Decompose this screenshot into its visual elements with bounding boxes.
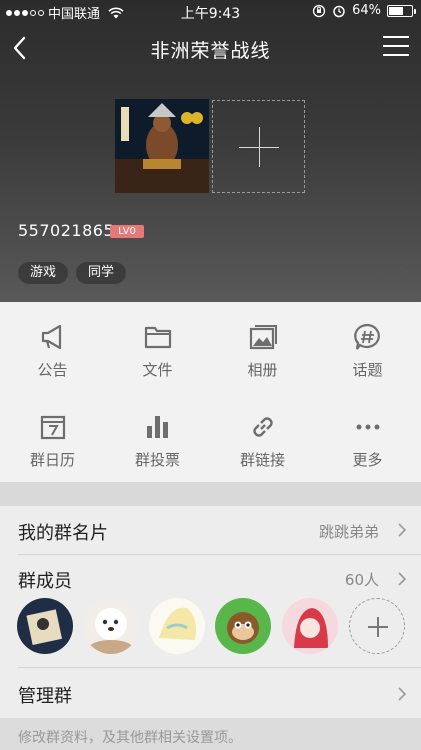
tag-classmate[interactable]: 同学 <box>76 262 127 284</box>
battery-fill <box>389 6 404 15</box>
section-separator <box>0 482 421 506</box>
action-album[interactable]: 相册 <box>210 302 315 392</box>
chevron-right-icon <box>398 687 407 701</box>
group-members-row[interactable]: 群成员 60人 <box>0 556 421 596</box>
member-avatar-image <box>17 598 73 654</box>
battery-percent: 64% <box>352 3 381 18</box>
group-avatar-image <box>115 99 209 193</box>
divider <box>18 554 421 555</box>
action-label: 公告 <box>37 361 68 379</box>
group-id: 557021865 <box>18 221 115 240</box>
hamburger-menu-icon[interactable] <box>383 36 409 58</box>
action-link[interactable]: 群链接 <box>210 392 315 482</box>
action-label: 更多 <box>352 451 383 469</box>
action-files[interactable]: 文件 <box>105 302 210 392</box>
add-photo-button[interactable] <box>212 100 305 193</box>
hashtag-bubble-icon <box>354 323 380 350</box>
group-avatar[interactable] <box>115 99 209 193</box>
member-avatar[interactable] <box>282 598 338 654</box>
group-tags[interactable]: 游戏 同学 <box>18 262 127 284</box>
chevron-right-icon <box>398 523 407 537</box>
row-label: 管理群 <box>18 686 72 707</box>
orientation-lock-icon <box>312 4 326 17</box>
my-group-card-row[interactable]: 我的群名片 跳跳弟弟 <box>0 506 421 554</box>
photo-album-icon <box>249 325 277 350</box>
footer-hint-text: 修改群资料，及其他群相关设置项。 <box>18 730 242 746</box>
calendar-icon <box>40 415 66 440</box>
footer-hint: 修改群资料，及其他群相关设置项。 <box>0 718 421 750</box>
tag-game[interactable]: 游戏 <box>18 262 69 284</box>
action-announcement[interactable]: 公告 <box>0 302 105 392</box>
member-avatar[interactable] <box>17 598 73 654</box>
member-avatar[interactable] <box>83 598 139 654</box>
folder-icon <box>144 326 172 349</box>
action-label: 文件 <box>142 361 173 379</box>
more-dots-icon <box>356 424 380 430</box>
row-label: 我的群名片 <box>18 523 108 544</box>
nav-bar: 非洲荣誉战线 <box>0 26 421 70</box>
link-icon <box>253 417 273 437</box>
member-avatars <box>0 598 421 658</box>
action-label: 群链接 <box>239 451 285 469</box>
row-value: 60人 <box>344 571 379 589</box>
add-member-button[interactable] <box>349 598 405 654</box>
member-avatar[interactable] <box>215 598 271 654</box>
status-bar: 中国联通 上午9:43 64% <box>0 0 421 22</box>
megaphone-icon <box>41 324 62 350</box>
status-right: 64% <box>312 3 416 18</box>
action-label: 话题 <box>352 361 383 379</box>
alarm-icon <box>333 5 345 17</box>
manage-group-row[interactable]: 管理群 <box>0 668 421 718</box>
member-avatar-image <box>149 598 205 654</box>
row-value: 跳跳弟弟 <box>318 523 379 541</box>
bar-chart-icon <box>147 416 168 438</box>
action-calendar[interactable]: 群日历 <box>0 392 105 482</box>
row-label: 群成员 <box>18 571 72 592</box>
battery-icon <box>387 4 416 17</box>
level-badge: LV0 <box>110 225 144 238</box>
member-avatar[interactable] <box>149 598 205 654</box>
member-avatar-image <box>83 598 139 654</box>
action-grid: 公告 文件 相册 话题 群日历 群投票 群链接 更多 <box>0 302 421 482</box>
member-avatar-image <box>215 598 271 654</box>
chevron-right-icon <box>398 572 407 586</box>
action-more[interactable]: 更多 <box>315 392 420 482</box>
action-label: 相册 <box>247 361 278 379</box>
member-avatar-image <box>282 598 338 654</box>
group-header: 中国联通 上午9:43 64% 非洲荣誉战线 557021865 LV0 游戏 … <box>0 0 421 302</box>
action-label: 群日历 <box>29 451 75 469</box>
chevron-right-icon[interactable] <box>397 264 407 280</box>
page-title: 非洲荣誉战线 <box>150 40 271 62</box>
action-topic[interactable]: 话题 <box>315 302 420 392</box>
action-vote[interactable]: 群投票 <box>105 392 210 482</box>
action-label: 群投票 <box>134 451 180 469</box>
